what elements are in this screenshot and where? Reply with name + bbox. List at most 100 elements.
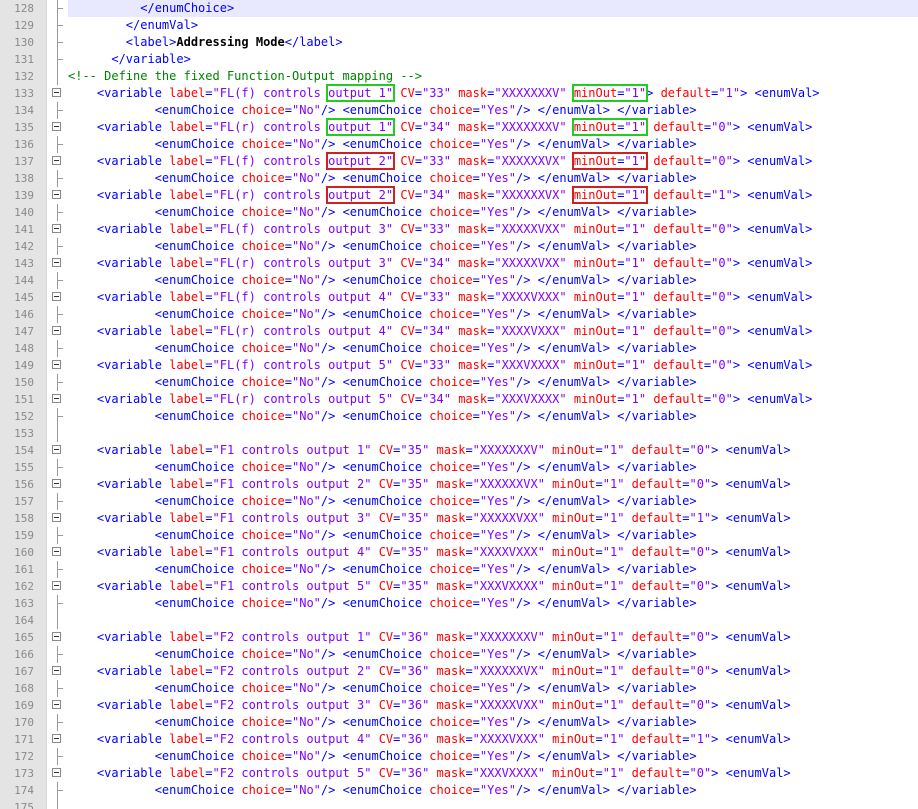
code-line[interactable]: 128 </enumChoice> <box>0 0 918 17</box>
token: > <box>646 86 661 100</box>
token: choice <box>241 409 285 423</box>
fold-collapse-icon[interactable] <box>52 666 61 675</box>
fold-line-marker <box>57 527 63 544</box>
token: /> </enumVal> </variable> <box>516 681 697 695</box>
code-line[interactable]: 135 <variable label="FL(r) controls outp… <box>0 118 918 136</box>
code-line[interactable]: 137 <variable label="FL(f) controls outp… <box>0 152 918 170</box>
code-line[interactable]: 156 <variable label="F1 controls output … <box>0 476 918 493</box>
code-line[interactable]: 131 </variable> <box>0 51 918 68</box>
token: choice <box>241 307 285 321</box>
token: choice <box>429 460 473 474</box>
fold-collapse-icon[interactable] <box>52 224 61 233</box>
token: <enumChoice <box>154 647 242 661</box>
code-line[interactable]: 166 <enumChoice choice="No"/> <enumChoic… <box>0 646 918 663</box>
token: "XXXXVXXX" <box>494 290 567 304</box>
fold-collapse-icon[interactable] <box>52 768 61 777</box>
token: = <box>205 120 213 134</box>
code-line[interactable]: 162 <variable label="F1 controls output … <box>0 578 918 595</box>
code-line[interactable]: 149 <variable label="FL(f) controls outp… <box>0 357 918 374</box>
fold-collapse-icon[interactable] <box>52 394 61 403</box>
code-line[interactable]: 140 <enumChoice choice="No"/> <enumChoic… <box>0 204 918 221</box>
token: "Yes" <box>479 460 516 474</box>
code-line[interactable]: 152 <enumChoice choice="No"/> <enumChoic… <box>0 408 918 425</box>
code-line[interactable]: 129 </enumVal> <box>0 17 918 34</box>
fold-collapse-icon[interactable] <box>52 547 61 556</box>
token: = <box>472 171 480 185</box>
code-line[interactable]: 174 <enumChoice choice="No"/> <enumChoic… <box>0 782 918 799</box>
code-line[interactable]: 165 <variable label="F2 controls output … <box>0 629 918 646</box>
fold-collapse-icon[interactable] <box>52 513 61 522</box>
code-editor[interactable]: 128 </enumChoice> 129 </enumVal> 130 <labe… <box>0 0 918 809</box>
code-line[interactable]: 155 <enumChoice choice="No"/> <enumChoic… <box>0 459 918 476</box>
token: CV <box>378 545 394 559</box>
code-line[interactable]: 159 <enumChoice choice="No"/> <enumChoic… <box>0 527 918 544</box>
code-line[interactable]: 160 <variable label="F1 controls output … <box>0 544 918 561</box>
token: <enumChoice <box>154 494 242 508</box>
code-line[interactable]: 173 <variable label="F2 controls output … <box>0 765 918 782</box>
code-line[interactable]: 172 <enumChoice choice="No"/> <enumChoic… <box>0 748 918 765</box>
fold-collapse-icon[interactable] <box>52 258 61 267</box>
code-line[interactable]: 161 <enumChoice choice="No"/> <enumChoic… <box>0 561 918 578</box>
token: CV <box>378 698 394 712</box>
token: = <box>472 783 480 797</box>
code-text: <enumChoice choice="No"/> <enumChoice ch… <box>68 646 918 663</box>
code-line[interactable]: 150 <enumChoice choice="No"/> <enumChoic… <box>0 374 918 391</box>
token: "Yes" <box>479 409 516 423</box>
fold-collapse-icon[interactable] <box>52 700 61 709</box>
code-line[interactable]: 167 <variable label="F2 controls output … <box>0 663 918 680</box>
token: "1" <box>602 579 625 593</box>
fold-collapse-icon[interactable] <box>52 581 61 590</box>
token: "Yes" <box>479 273 516 287</box>
fold-collapse-icon[interactable] <box>52 122 61 131</box>
token: "Yes" <box>479 562 516 576</box>
fold-collapse-icon[interactable] <box>52 479 61 488</box>
code-line[interactable]: 147 <variable label="FL(r) controls outp… <box>0 323 918 340</box>
code-line[interactable]: 163 <enumChoice choice="No"/> <enumChoic… <box>0 595 918 612</box>
token: "1" <box>602 477 625 491</box>
code-line[interactable]: 145 <variable label="FL(f) controls outp… <box>0 289 918 306</box>
fold-collapse-icon[interactable] <box>52 445 61 454</box>
code-line[interactable]: 142 <enumChoice choice="No"/> <enumChoic… <box>0 238 918 255</box>
code-line[interactable]: 138 <enumChoice choice="No"/> <enumChoic… <box>0 170 918 187</box>
code-line[interactable]: 154 <variable label="F1 controls output … <box>0 442 918 459</box>
code-line[interactable]: 133 <variable label="FL(f) controls outp… <box>0 84 918 102</box>
code-line[interactable]: 153 <box>0 425 918 442</box>
fold-collapse-icon[interactable] <box>52 632 61 641</box>
code-line[interactable]: 157 <enumChoice choice="No"/> <enumChoic… <box>0 493 918 510</box>
code-line[interactable]: 169 <variable label="F2 controls output … <box>0 697 918 714</box>
fold-collapse-icon[interactable] <box>52 190 61 199</box>
token: /> </enumVal> </variable> <box>516 205 697 219</box>
code-line[interactable]: 130 <label>Addressing Mode</label> <box>0 34 918 51</box>
token: label <box>169 358 206 372</box>
code-line[interactable]: 134 <enumChoice choice="No"/> <enumChoic… <box>0 102 918 119</box>
fold-collapse-icon[interactable] <box>52 292 61 301</box>
code-line[interactable]: 148 <enumChoice choice="No"/> <enumChoic… <box>0 340 918 357</box>
code-line[interactable]: 146 <enumChoice choice="No"/> <enumChoic… <box>0 306 918 323</box>
code-line[interactable]: 168 <enumChoice choice="No"/> <enumChoic… <box>0 680 918 697</box>
code-line[interactable]: 143 <variable label="FL(r) controls outp… <box>0 255 918 272</box>
code-line[interactable]: 136 <enumChoice choice="No"/> <enumChoic… <box>0 136 918 153</box>
token: minOut <box>573 256 618 270</box>
code-line[interactable]: 132 <!-- Define the fixed Function-Output… <box>0 68 918 85</box>
fold-collapse-icon[interactable] <box>52 156 61 165</box>
token: = <box>472 562 480 576</box>
code-line[interactable]: 158 <variable label="F1 controls output … <box>0 510 918 527</box>
code-line[interactable]: 171 <variable label="F2 controls output … <box>0 731 918 748</box>
code-line[interactable]: 141 <variable label="FL(f) controls outp… <box>0 221 918 238</box>
token: = <box>205 579 213 593</box>
fold-collapse-icon[interactable] <box>52 88 61 97</box>
code-line[interactable]: 170 <enumChoice choice="No"/> <enumChoic… <box>0 714 918 731</box>
code-line[interactable]: 144 <enumChoice choice="No"/> <enumChoic… <box>0 272 918 289</box>
code-line[interactable]: 175 <box>0 799 918 809</box>
fold-collapse-icon[interactable] <box>52 326 61 335</box>
code-text: <enumChoice choice="No"/> <enumChoice ch… <box>68 493 918 510</box>
token: = <box>595 766 603 780</box>
code-line[interactable]: 151 <variable label="FL(r) controls outp… <box>0 391 918 408</box>
code-line[interactable]: 164 <box>0 612 918 629</box>
fold-collapse-icon[interactable] <box>52 360 61 369</box>
code-line[interactable]: 139 <variable label="FL(r) controls outp… <box>0 186 918 204</box>
token: "0" <box>711 222 733 236</box>
fold-collapse-icon[interactable] <box>52 734 61 743</box>
